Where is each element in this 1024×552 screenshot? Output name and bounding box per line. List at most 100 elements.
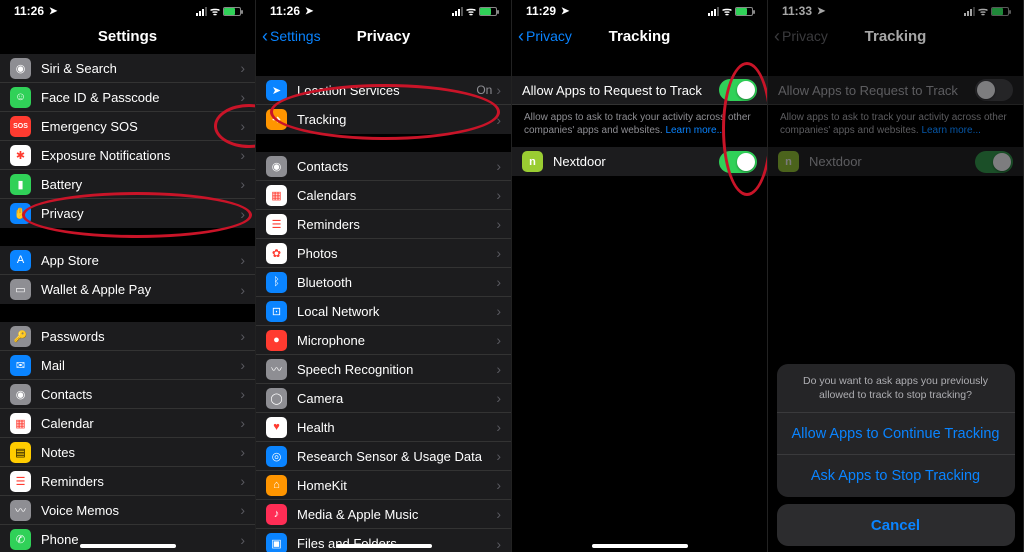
list-row-undefined[interactable]: nNextdoor (512, 147, 767, 176)
wifi-icon: ᯤ (210, 4, 220, 19)
list-row-passwords[interactable]: 🔑Passwords› (0, 322, 255, 351)
list-row-notes[interactable]: ▤Notes› (0, 438, 255, 467)
passwords-icon: 🔑 (10, 326, 31, 347)
list-row-wallet[interactable]: ▭Wallet & Apple Pay› (0, 275, 255, 304)
sheet-continue-button[interactable]: Allow Apps to Continue Tracking (777, 413, 1015, 455)
list-row-reminders[interactable]: ☰Reminders› (256, 210, 511, 239)
tracking-content: Allow Apps to Request to Track Allow app… (512, 54, 767, 552)
back-button[interactable]: ‹Privacy (518, 27, 572, 45)
battery-icon: ▮ (10, 174, 31, 195)
list-row-photos[interactable]: ✿Photos› (256, 239, 511, 268)
chevron-left-icon: ‹ (262, 27, 268, 45)
list-row-homekit[interactable]: ⌂HomeKit› (256, 471, 511, 500)
status-bar: 11:26➤ ᯤ (256, 0, 511, 18)
chevron-right-icon: › (496, 303, 501, 319)
sheet-stop-button[interactable]: Ask Apps to Stop Tracking (777, 455, 1015, 497)
location-arrow-icon: ➤ (305, 6, 313, 17)
sheet-message: Do you want to ask apps you previously a… (777, 364, 1015, 413)
list-row-privacy[interactable]: ✋Privacy› (0, 199, 255, 228)
list-row-siri[interactable]: ◉Siri & Search› (0, 54, 255, 83)
chevron-right-icon: › (496, 82, 501, 98)
home-indicator[interactable] (336, 544, 432, 548)
list-row-calendars[interactable]: ▦Calendars› (256, 181, 511, 210)
allow-tracking-label: Allow Apps to Request to Track (522, 83, 719, 98)
list-row-research[interactable]: ◎Research Sensor & Usage Data› (256, 442, 511, 471)
row-label: Reminders (297, 217, 496, 232)
list-row-health[interactable]: ♥Health› (256, 413, 511, 442)
row-label: Health (297, 420, 496, 435)
row-label: HomeKit (297, 478, 496, 493)
back-button[interactable]: ‹Settings (262, 27, 321, 45)
chevron-right-icon: › (240, 357, 245, 373)
action-sheet: Do you want to ask apps you previously a… (777, 364, 1015, 546)
speech-icon: 〰 (266, 359, 287, 380)
sheet-cancel-button[interactable]: Cancel (777, 504, 1015, 546)
home-indicator[interactable] (592, 544, 688, 548)
row-label: Research Sensor & Usage Data (297, 449, 496, 464)
list-row-tracking[interactable]: ➜Tracking› (256, 105, 511, 134)
status-bar: 11:26➤ ᯤ (0, 0, 255, 18)
status-time: 11:29 (526, 4, 556, 18)
list-row-mic[interactable]: ●Microphone› (256, 326, 511, 355)
list-row-voice[interactable]: 〰Voice Memos› (0, 496, 255, 525)
sos-icon: SOS (10, 116, 31, 137)
panel-tracking-sheet: 11:33➤ ᯤ ‹Privacy Tracking Allow Apps to… (768, 0, 1024, 552)
privacy-icon: ✋ (10, 203, 31, 224)
row-label: Reminders (41, 474, 240, 489)
chevron-right-icon: › (240, 89, 245, 105)
list-row-files[interactable]: ▣Files and Folders› (256, 529, 511, 552)
row-toggle[interactable] (719, 151, 757, 173)
row-label: Microphone (297, 333, 496, 348)
location-arrow-icon: ➤ (49, 6, 57, 17)
nav-bar: ‹Privacy Tracking (512, 18, 767, 54)
chevron-right-icon: › (496, 274, 501, 290)
health-icon: ♥ (266, 417, 287, 438)
settings-list[interactable]: ◉Siri & Search›☺Face ID & Passcode›SOSEm… (0, 54, 255, 552)
list-row-exposure[interactable]: ✱Exposure Notifications› (0, 141, 255, 170)
wifi-icon: ᯤ (466, 4, 476, 19)
learn-more-link[interactable]: Learn more... (665, 125, 724, 136)
list-row-appstore[interactable]: AApp Store› (0, 246, 255, 275)
row-label: Calendars (297, 188, 496, 203)
reminders-icon: ☰ (266, 214, 287, 235)
chevron-right-icon: › (496, 112, 501, 128)
battery-icon (223, 7, 241, 16)
list-row-music[interactable]: ♪Media & Apple Music› (256, 500, 511, 529)
chevron-right-icon: › (496, 390, 501, 406)
wifi-icon: ᯤ (722, 4, 732, 19)
list-row-battery[interactable]: ▮Battery› (0, 170, 255, 199)
allow-tracking-toggle[interactable] (719, 79, 757, 101)
privacy-list[interactable]: ➤Location ServicesOn›➜Tracking› ◉Contact… (256, 54, 511, 552)
voice-icon: 〰 (10, 500, 31, 521)
action-sheet-backdrop[interactable]: Do you want to ask apps you previously a… (768, 0, 1023, 552)
row-label: Location Services (297, 83, 476, 98)
list-row-calendar[interactable]: ▦Calendar› (0, 409, 255, 438)
signal-icon (708, 7, 719, 16)
allow-tracking-row[interactable]: Allow Apps to Request to Track (512, 76, 767, 105)
row-label: Media & Apple Music (297, 507, 496, 522)
list-row-sos[interactable]: SOSEmergency SOS› (0, 112, 255, 141)
siri-icon: ◉ (10, 58, 31, 79)
row-label: Privacy (41, 206, 240, 221)
chevron-right-icon: › (496, 361, 501, 377)
location-icon: ➤ (266, 80, 287, 101)
row-label: Contacts (41, 387, 240, 402)
home-indicator[interactable] (80, 544, 176, 548)
battery-icon (479, 7, 497, 16)
signal-icon (452, 7, 463, 16)
list-row-bluetooth[interactable]: ᛒBluetooth› (256, 268, 511, 297)
list-row-contacts[interactable]: ◉Contacts› (256, 152, 511, 181)
list-row-location[interactable]: ➤Location ServicesOn› (256, 76, 511, 105)
list-row-speech[interactable]: 〰Speech Recognition› (256, 355, 511, 384)
camera-icon: ◯ (266, 388, 287, 409)
list-row-contacts[interactable]: ◉Contacts› (0, 380, 255, 409)
list-row-network[interactable]: ⊡Local Network› (256, 297, 511, 326)
list-row-mail[interactable]: ✉Mail› (0, 351, 255, 380)
list-row-faceid[interactable]: ☺Face ID & Passcode› (0, 83, 255, 112)
calendar-icon: ▦ (10, 413, 31, 434)
list-row-reminders[interactable]: ☰Reminders› (0, 467, 255, 496)
panel-settings: 11:26➤ ᯤ Settings ◉Siri & Search›☺Face I… (0, 0, 256, 552)
list-row-camera[interactable]: ◯Camera› (256, 384, 511, 413)
row-label: Calendar (41, 416, 240, 431)
row-label: Contacts (297, 159, 496, 174)
